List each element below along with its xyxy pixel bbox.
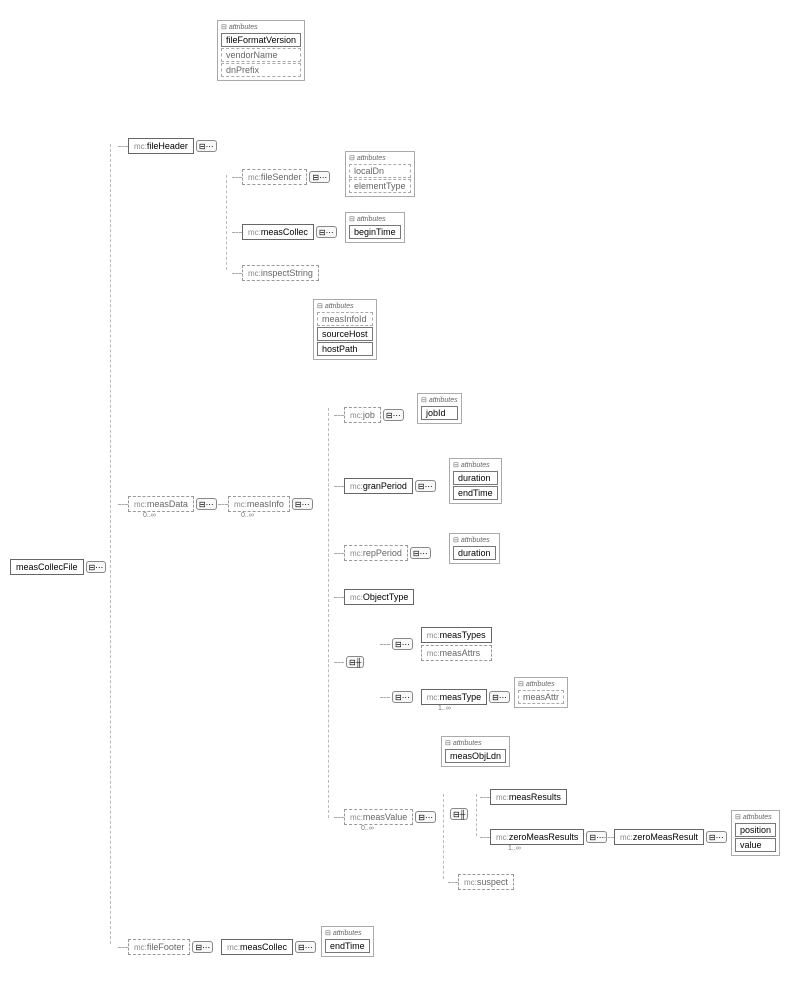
branch-line [226, 175, 227, 270]
seq-connector: ⊟⋯ [392, 691, 413, 703]
occ-measType: 1..∞ [438, 705, 451, 712]
attr-sourceHost: sourceHost [317, 327, 373, 341]
attr-dnPrefix: dnPrefix [221, 63, 301, 77]
seq-connector: ⊟⋯ [192, 941, 213, 953]
seq-connector: ⊟⋯ [489, 691, 510, 703]
attr-group-job: attributes jobId [417, 393, 462, 424]
ObjectType-node: mc:ObjectType [344, 589, 414, 605]
branch-line [443, 794, 444, 879]
measInfo-node: mc:measInfo [228, 496, 290, 512]
attr-measInfoId: measInfoId [317, 312, 373, 326]
occ-zeroMeasResults: 1..∞ [508, 845, 521, 852]
seq-connector: ⊟⋯ [292, 498, 313, 510]
attr-value: value [735, 838, 776, 852]
attr-fileFormatVersion: fileFormatVersion [221, 33, 301, 47]
attr-measObjLdn: measObjLdn [445, 749, 506, 763]
zeroMeasResult-node: mc:zeroMeasResult [614, 829, 704, 845]
attr-elementType: elementType [349, 179, 411, 193]
attr-vendorName: vendorName [221, 48, 301, 62]
attr-measAttr: measAttr [518, 690, 564, 704]
attr-group-fileSender: attributes localDn elementType [345, 151, 415, 197]
attr-group-measValue: attributes measObjLdn [441, 736, 510, 767]
attr-label: attributes [453, 461, 498, 469]
seq-connector: ⊟⋯ [392, 638, 413, 650]
suspect-node: mc:suspect [458, 874, 514, 890]
attr-group-measCollec2: attributes endTime [321, 926, 374, 957]
branch-line [328, 408, 329, 818]
fileSender-node: mc:fileSender [242, 169, 307, 185]
fileHeader-node: mc:fileHeader [128, 138, 194, 154]
seq-connector: ⊟⋯ [86, 561, 107, 573]
attr-group-zeroMeasResult: attributes position value [731, 810, 780, 856]
attr-group-granPeriod: attributes duration endTime [449, 458, 502, 504]
attr-label: attributes [735, 813, 776, 821]
attr-label: attributes [453, 536, 496, 544]
attr-label: attributes [518, 680, 564, 688]
schema-diagram: measCollecFile ⊟⋯ mc:fileHeader ⊟⋯ attri… [8, 8, 792, 992]
repPeriod-node: mc:repPeriod [344, 545, 408, 561]
attr-label: attributes [317, 302, 373, 310]
branch-line [476, 794, 477, 836]
measAttrs-node: mc:measAttrs [421, 645, 492, 661]
attr-label: attributes [221, 23, 301, 31]
measTypes-node: mc:measTypes [421, 627, 492, 643]
choice-connector: ⊟╫ [450, 808, 468, 820]
seq-connector: ⊟⋯ [415, 480, 436, 492]
attr-group-repPeriod: attributes duration [449, 533, 500, 564]
attr-endTime2: endTime [325, 939, 370, 953]
inspectString-node: mc:inspectString [242, 265, 319, 281]
attr-beginTime: beginTime [349, 225, 401, 239]
measCollec2-node: mc:measCollec [221, 939, 293, 955]
attr-endTime: endTime [453, 486, 498, 500]
attr-label: attributes [445, 739, 506, 747]
measData-node: mc:measData [128, 496, 194, 512]
attr-label: attributes [325, 929, 370, 937]
measResults-node: mc:measResults [490, 789, 567, 805]
seq-connector: ⊟⋯ [316, 226, 337, 238]
job-node: mc:job [344, 407, 381, 423]
occ-measValue: 0..∞ [361, 825, 374, 832]
seq-connector: ⊟⋯ [383, 409, 404, 421]
seq-connector: ⊟⋯ [415, 811, 436, 823]
attr-group-measInfo: attributes measInfoId sourceHost hostPat… [313, 299, 377, 360]
attr-duration2: duration [453, 546, 496, 560]
occ-measData: 0..∞ [143, 512, 156, 519]
attr-label: attributes [349, 215, 401, 223]
measCollec1-node: mc:measCollec [242, 224, 314, 240]
attr-localDn: localDn [349, 164, 411, 178]
attr-label: attributes [421, 396, 458, 404]
branch-line [110, 144, 111, 944]
seq-connector: ⊟⋯ [196, 140, 217, 152]
seq-connector: ⊟⋯ [196, 498, 217, 510]
attr-hostPath: hostPath [317, 342, 373, 356]
fileFooter-node: mc:fileFooter [128, 939, 190, 955]
occ-measInfo: 0..∞ [241, 512, 254, 519]
attr-duration: duration [453, 471, 498, 485]
seq-connector: ⊟⋯ [295, 941, 316, 953]
seq-connector: ⊟⋯ [309, 171, 330, 183]
measType-node: mc:measType [421, 689, 487, 705]
attr-jobId: jobId [421, 406, 458, 420]
attr-group-measType: attributes measAttr [514, 677, 568, 708]
granPeriod-node: mc:granPeriod [344, 478, 413, 494]
root-node: measCollecFile [10, 559, 84, 575]
seq-connector: ⊟⋯ [706, 831, 727, 843]
seq-connector: ⊟⋯ [410, 547, 431, 559]
attr-position: position [735, 823, 776, 837]
zeroMeasResults-node: mc:zeroMeasResults [490, 829, 584, 845]
attr-group-measCollec1: attributes beginTime [345, 212, 405, 243]
attr-group-fileHeader: attributes fileFormatVersion vendorName … [217, 20, 305, 81]
measValue-node: mc:measValue [344, 809, 413, 825]
choice-connector: ⊟╫ [346, 656, 364, 668]
attr-label: attributes [349, 154, 411, 162]
